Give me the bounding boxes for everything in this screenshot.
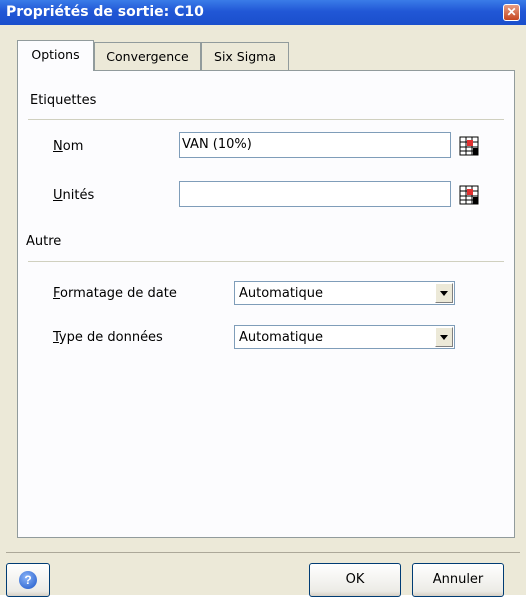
tab-six-sigma[interactable]: Six Sigma xyxy=(201,42,289,70)
units-cell-reference-button[interactable] xyxy=(458,184,480,206)
name-cell-reference-button[interactable] xyxy=(458,135,480,157)
tab-options[interactable]: Options xyxy=(17,40,94,71)
help-icon: ? xyxy=(19,571,37,589)
date-format-label: Formatage de date xyxy=(53,286,177,301)
help-button[interactable]: ? xyxy=(6,563,50,597)
cell-reference-icon xyxy=(459,136,479,156)
tab-six-sigma-label: Six Sigma xyxy=(214,49,276,64)
tab-convergence[interactable]: Convergence xyxy=(94,42,201,70)
data-type-select[interactable]: Automatique xyxy=(234,325,455,349)
units-input[interactable] xyxy=(179,181,451,207)
window-title: Propriétés de sortie: C10 xyxy=(6,4,204,20)
chevron-down-icon[interactable] xyxy=(435,283,453,303)
other-section-title: Autre xyxy=(26,234,62,249)
output-properties-dialog: Propriétés de sortie: C10 ✕ Options Conv… xyxy=(0,0,526,597)
name-input-value: VAN (10%) xyxy=(182,137,252,152)
name-label: Nom xyxy=(53,139,84,154)
other-separator xyxy=(28,261,504,262)
close-button[interactable]: ✕ xyxy=(503,4,520,21)
close-icon: ✕ xyxy=(506,5,517,19)
chevron-down-icon[interactable] xyxy=(435,327,453,347)
footer-separator xyxy=(6,552,520,553)
ok-button[interactable]: OK xyxy=(309,563,401,597)
data-type-value: Automatique xyxy=(239,330,324,345)
labels-section-title: Etiquettes xyxy=(30,93,97,108)
labels-separator xyxy=(28,119,504,120)
name-input[interactable]: VAN (10%) xyxy=(179,132,451,158)
cell-reference-icon xyxy=(459,185,479,205)
title-bar[interactable]: Propriétés de sortie: C10 ✕ xyxy=(0,0,526,25)
tab-convergence-label: Convergence xyxy=(106,49,189,64)
date-format-select[interactable]: Automatique xyxy=(234,281,455,305)
date-format-value: Automatique xyxy=(239,286,324,301)
cancel-button[interactable]: Annuler xyxy=(412,563,504,597)
tab-options-label: Options xyxy=(31,47,80,62)
units-label: Unités xyxy=(53,188,95,203)
options-panel: Etiquettes Nom VAN (10%) Unités Autre Fo… xyxy=(17,70,515,538)
data-type-label: Type de données xyxy=(53,330,163,345)
